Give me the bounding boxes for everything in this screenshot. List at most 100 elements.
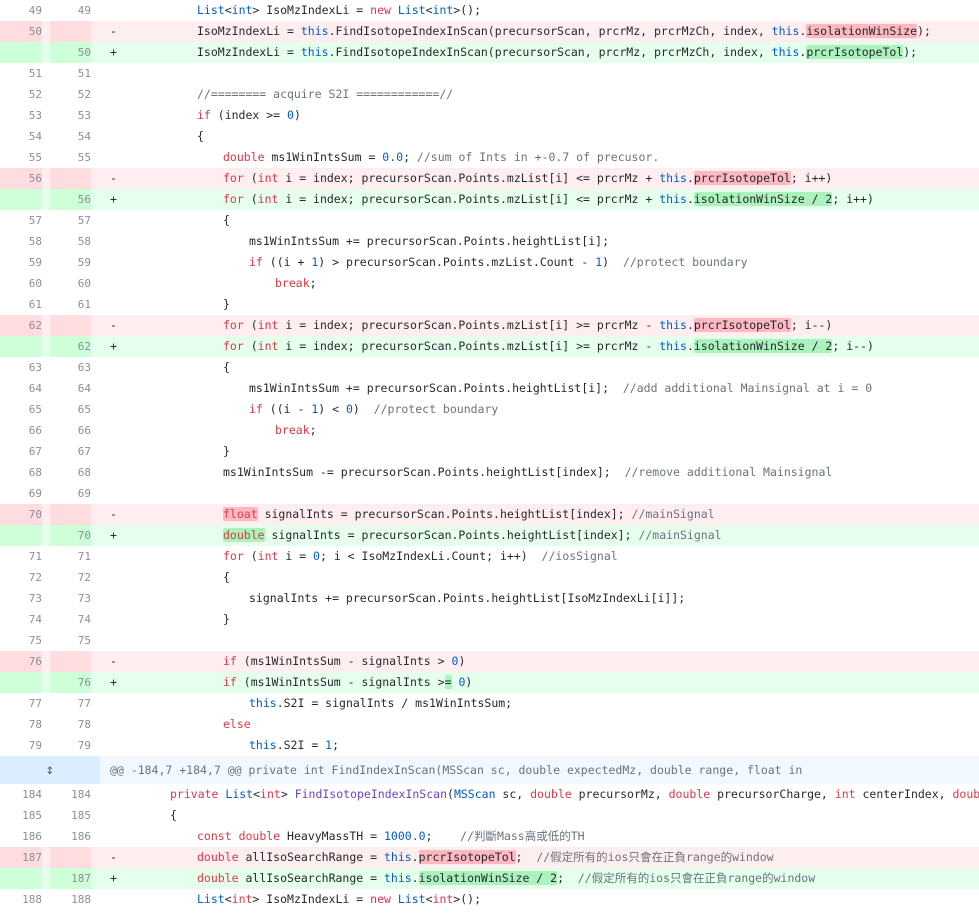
new-line-number[interactable]: 69 (50, 483, 91, 504)
new-line-number[interactable]: 67 (50, 441, 91, 462)
old-line-number[interactable] (0, 672, 42, 693)
new-line-number[interactable] (50, 315, 91, 336)
new-line-number[interactable]: 74 (50, 609, 91, 630)
old-line-number[interactable]: 70 (0, 504, 42, 525)
old-line-number[interactable]: 64 (0, 378, 42, 399)
old-line-number[interactable]: 78 (0, 714, 42, 735)
new-line-number[interactable]: 63 (50, 357, 91, 378)
new-line-number[interactable]: 71 (50, 546, 91, 567)
old-line-number[interactable]: 77 (0, 693, 42, 714)
old-line-number[interactable]: 63 (0, 357, 42, 378)
old-line-number[interactable]: 79 (0, 735, 42, 756)
old-line-number[interactable]: 186 (0, 826, 42, 847)
new-line-number[interactable]: 56 (50, 189, 91, 210)
new-line-number[interactable]: 77 (50, 693, 91, 714)
code-token: int (257, 192, 279, 206)
new-line-number[interactable]: 66 (50, 420, 91, 441)
new-line-number[interactable]: 78 (50, 714, 91, 735)
new-line-number[interactable]: 60 (50, 273, 91, 294)
code-token: { (170, 808, 177, 822)
new-line-number[interactable]: 53 (50, 105, 91, 126)
code-line: const double HeavyMassTH = 1000.0; //判斷M… (197, 826, 585, 847)
code-token: ; (403, 150, 417, 164)
old-line-number[interactable]: 75 (0, 630, 42, 651)
new-line-number[interactable] (50, 847, 91, 868)
new-line-number[interactable]: 55 (50, 147, 91, 168)
old-line-number[interactable]: 51 (0, 63, 42, 84)
new-line-number[interactable]: 79 (50, 735, 91, 756)
old-line-number[interactable]: 72 (0, 567, 42, 588)
new-line-number[interactable]: 73 (50, 588, 91, 609)
code-token: ( (243, 192, 258, 206)
new-line-number[interactable]: 70 (50, 525, 91, 546)
code-line: } (223, 441, 230, 462)
old-line-number[interactable]: 57 (0, 210, 42, 231)
old-line-number[interactable]: 49 (0, 0, 42, 21)
old-line-number[interactable]: 68 (0, 462, 42, 483)
code-token: ( (243, 318, 258, 332)
new-line-number[interactable]: 50 (50, 42, 91, 63)
new-line-number[interactable]: 65 (50, 399, 91, 420)
code-token: 0 (287, 108, 294, 122)
new-line-number[interactable] (50, 168, 91, 189)
new-line-number[interactable]: 186 (50, 826, 91, 847)
old-line-number[interactable]: 61 (0, 294, 42, 315)
code-token: double (952, 787, 979, 801)
new-line-number[interactable]: 187 (50, 868, 91, 889)
new-line-number[interactable]: 51 (50, 63, 91, 84)
old-line-number[interactable]: 50 (0, 21, 42, 42)
old-line-number[interactable]: 71 (0, 546, 42, 567)
old-line-number[interactable]: 54 (0, 126, 42, 147)
new-line-number[interactable]: 57 (50, 210, 91, 231)
old-line-number[interactable] (0, 42, 42, 63)
new-line-number[interactable]: 61 (50, 294, 91, 315)
old-line-number[interactable] (0, 525, 42, 546)
code-token: allIsoSearchRange (245, 850, 364, 864)
new-line-number[interactable]: 58 (50, 231, 91, 252)
new-line-number[interactable]: 64 (50, 378, 91, 399)
new-line-number[interactable]: 52 (50, 84, 91, 105)
code-token: FindIsotopeIndexInScan (294, 787, 448, 801)
context-line: 78 78 else (0, 714, 979, 735)
old-line-number[interactable] (0, 189, 42, 210)
old-line-number[interactable] (0, 336, 42, 357)
new-line-number[interactable] (50, 504, 91, 525)
code-line: double ms1WinIntsSum = 0.0; //sum of Int… (223, 147, 659, 168)
old-line-number[interactable]: 73 (0, 588, 42, 609)
old-line-number[interactable]: 55 (0, 147, 42, 168)
old-line-number[interactable]: 188 (0, 889, 42, 910)
new-line-number[interactable]: 184 (50, 784, 91, 805)
new-line-number[interactable]: 54 (50, 126, 91, 147)
old-line-number[interactable]: 67 (0, 441, 42, 462)
old-line-number[interactable]: 187 (0, 847, 42, 868)
new-line-number[interactable]: 62 (50, 336, 91, 357)
old-line-number[interactable]: 52 (0, 84, 42, 105)
new-line-number[interactable]: 72 (50, 567, 91, 588)
new-line-number[interactable]: 68 (50, 462, 91, 483)
new-line-number[interactable] (50, 651, 91, 672)
old-line-number[interactable]: 59 (0, 252, 42, 273)
old-line-number[interactable]: 69 (0, 483, 42, 504)
old-line-number[interactable]: 56 (0, 168, 42, 189)
new-line-number[interactable]: 76 (50, 672, 91, 693)
old-line-number[interactable] (0, 868, 42, 889)
old-line-number[interactable]: 66 (0, 420, 42, 441)
new-line-number[interactable]: 59 (50, 252, 91, 273)
new-line-number[interactable]: 185 (50, 805, 91, 826)
expand-lines-icon[interactable]: ↕ (40, 762, 60, 778)
new-line-number[interactable]: 188 (50, 889, 91, 910)
old-line-number[interactable]: 74 (0, 609, 42, 630)
old-line-number[interactable]: 76 (0, 651, 42, 672)
new-line-number[interactable] (50, 21, 91, 42)
old-line-number[interactable]: 65 (0, 399, 42, 420)
old-line-number[interactable]: 62 (0, 315, 42, 336)
old-line-number[interactable]: 60 (0, 273, 42, 294)
code-line: } (223, 609, 230, 630)
new-line-number[interactable]: 49 (50, 0, 91, 21)
old-line-number[interactable]: 53 (0, 105, 42, 126)
old-line-number[interactable]: 185 (0, 805, 42, 826)
old-line-number[interactable]: 184 (0, 784, 42, 805)
deleted-line: 62 - for (int i = index; precursorScan.Poi… (0, 315, 979, 336)
new-line-number[interactable]: 75 (50, 630, 91, 651)
old-line-number[interactable]: 58 (0, 231, 42, 252)
